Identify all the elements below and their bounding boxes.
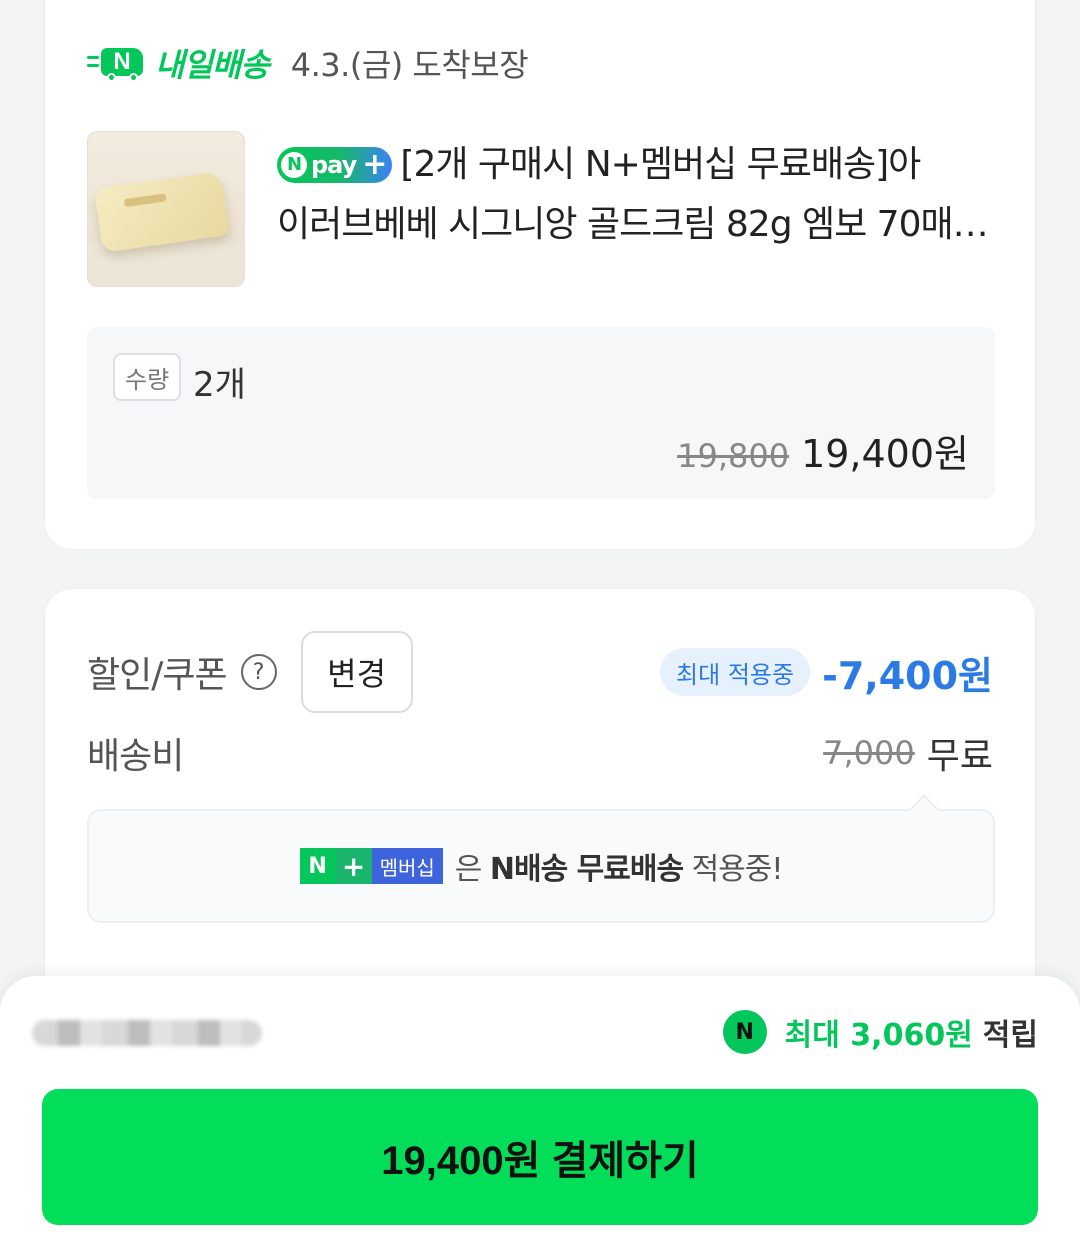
- shipping-original: 7,000: [823, 734, 915, 772]
- membership-text: 은 N배송 무료배송 적용중!: [454, 852, 784, 887]
- points-suffix: 적립: [982, 1018, 1038, 1053]
- quantity-value: 2개: [193, 365, 246, 405]
- product-title-line1: [2개 구매시 N+멤버십 무료배송]아: [400, 144, 921, 185]
- pay-button[interactable]: 19,400원 결제하기: [42, 1089, 1038, 1225]
- max-applied-badge: 최대 적용중: [660, 648, 811, 696]
- delivery-brand: 내일배송: [155, 46, 270, 84]
- points-amount: 최대 3,060원: [784, 1018, 973, 1053]
- nplus-membership-logo: N + 멤버십: [299, 848, 443, 884]
- blurred-text: [32, 1020, 262, 1046]
- membership-free-shipping-notice: N + 멤버십 은 N배송 무료배송 적용중!: [87, 809, 995, 923]
- checkout-bottom-sheet: N 최대 3,060원 적립 19,400원 결제하기: [0, 976, 1080, 1253]
- delivery-truck-icon: N: [87, 46, 149, 82]
- npoint-icon: N: [722, 1010, 767, 1054]
- discount-row: 할인/쿠폰 ? 변경 최대 적용중 -7,400원: [87, 631, 993, 713]
- points-info: N 최대 3,060원 적립: [722, 1010, 1038, 1054]
- shipping-value: 무료: [926, 736, 993, 777]
- product-title[interactable]: Npay + [2개 구매시 N+멤버십 무료배송]아 이러브베베 시그니앙 골드…: [277, 135, 997, 255]
- delivery-info: N 내일배송 4.3.(금) 도착보장: [87, 43, 529, 84]
- delivery-date: 4.3.(금) 도착보장: [290, 46, 529, 84]
- npay-plus-badge: Npay +: [277, 147, 393, 183]
- quantity-label: 수량: [113, 353, 182, 401]
- product-title-line2: 이러브베베 시그니앙 골드크림 82g 엠보 70매 캡형 물티슈: [277, 204, 997, 245]
- original-price: 19,800: [677, 437, 790, 475]
- discount-amount: -7,400원: [822, 653, 993, 698]
- help-icon[interactable]: ?: [240, 654, 277, 690]
- change-coupon-button[interactable]: 변경: [300, 631, 413, 713]
- shipping-label: 배송비: [87, 736, 184, 777]
- price-row: 19,800 19,400원: [677, 423, 969, 478]
- order-item-card: N 내일배송 4.3.(금) 도착보장 Npay + [2개 구매시 N+멤버십 …: [44, 0, 1036, 550]
- shipping-row: 배송비 7,000 무료: [87, 727, 993, 779]
- discount-label: 할인/쿠폰: [87, 655, 228, 696]
- sale-price: 19,400원: [801, 432, 969, 476]
- product-thumbnail[interactable]: [87, 131, 245, 287]
- quantity-price-box: 수량 2개 19,800 19,400원: [87, 327, 995, 499]
